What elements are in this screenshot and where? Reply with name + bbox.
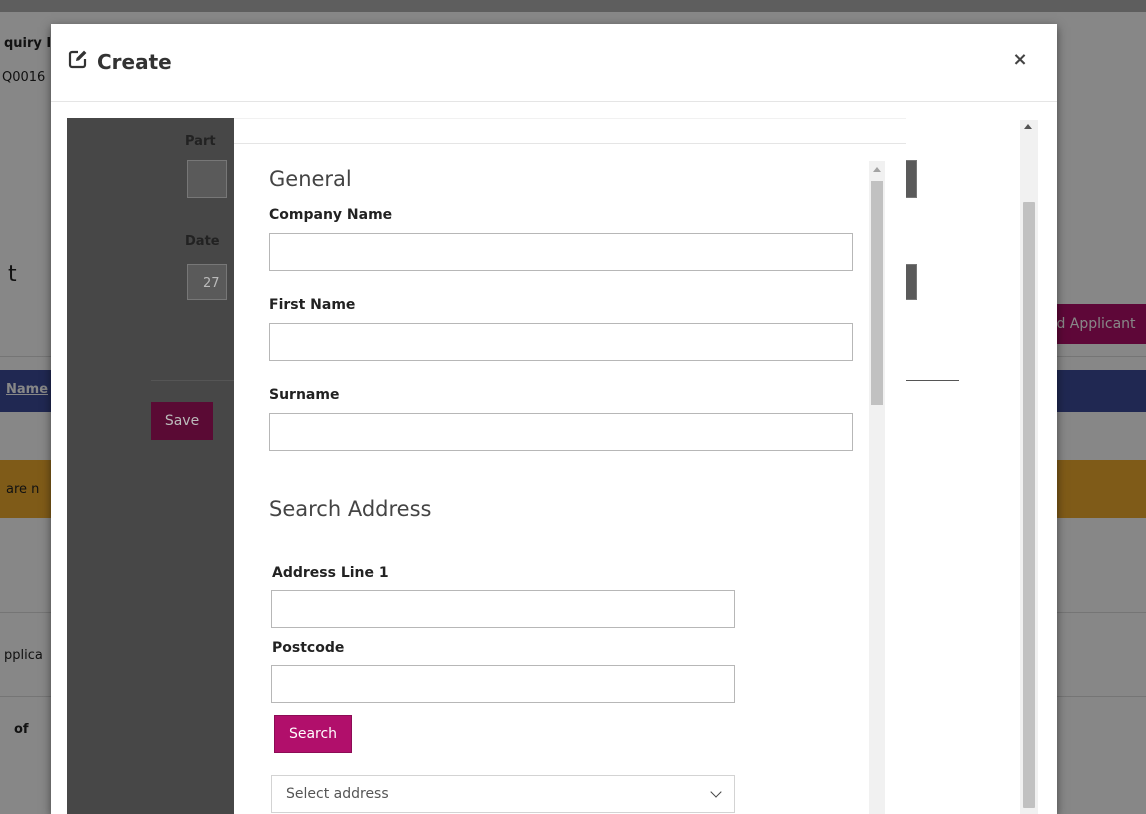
edit-icon — [67, 48, 89, 75]
form-panel: General Company Name First Name Surname … — [234, 118, 906, 814]
select-address-dropdown[interactable]: Select address — [271, 775, 735, 813]
modal-title: Create — [67, 48, 172, 75]
company-name-input[interactable] — [269, 233, 853, 271]
inner-save-button: Save — [151, 402, 213, 440]
modal-title-text: Create — [97, 49, 172, 74]
modal-body: Part Date 27 Save General Company Name F… — [67, 118, 959, 814]
date-label: Date — [185, 234, 220, 249]
search-button[interactable]: Search — [274, 715, 352, 753]
scroll-up-icon[interactable] — [1024, 124, 1032, 129]
chevron-down-icon — [710, 786, 722, 798]
address-line1-label: Address Line 1 — [272, 565, 389, 581]
search-address-title: Search Address — [269, 497, 432, 521]
scroll-up-icon[interactable] — [873, 167, 881, 172]
general-section-title: General — [269, 167, 352, 191]
create-modal: Create × Part Date 27 Save General Compa… — [51, 24, 1057, 814]
select-address-value: Select address — [286, 786, 389, 802]
date-value: 27 — [203, 276, 220, 291]
panel-top-divider — [234, 143, 906, 144]
party-field — [187, 160, 227, 198]
surname-input[interactable] — [269, 413, 853, 451]
address-line1-input[interactable] — [271, 590, 735, 628]
modal-header: Create × — [51, 24, 1057, 102]
inner-scrollbar[interactable] — [869, 161, 885, 814]
surname-label: Surname — [269, 387, 340, 403]
postcode-label: Postcode — [272, 640, 345, 656]
company-name-label: Company Name — [269, 207, 393, 223]
close-icon[interactable]: × — [1012, 51, 1028, 69]
party-label: Part — [185, 134, 216, 149]
top-bar — [0, 0, 1146, 12]
inner-scroll-thumb[interactable] — [871, 181, 883, 405]
modal-scroll-thumb[interactable] — [1023, 202, 1035, 808]
postcode-input[interactable] — [271, 665, 735, 703]
first-name-label: First Name — [269, 297, 356, 313]
modal-scrollbar[interactable] — [1020, 120, 1038, 814]
first-name-input[interactable] — [269, 323, 853, 361]
